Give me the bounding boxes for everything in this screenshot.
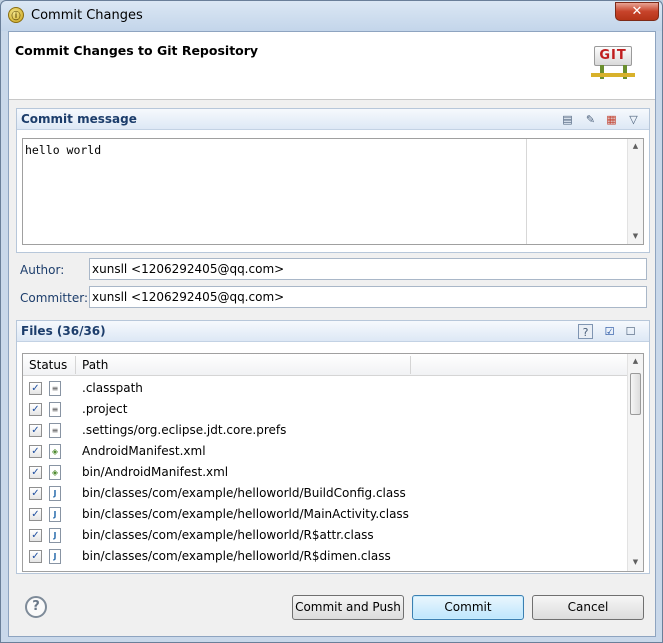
author-label: Author:	[20, 263, 65, 277]
table-row[interactable]: ✓ ◈ AndroidManifest.xml	[23, 441, 628, 462]
class-file-icon: J	[49, 528, 61, 543]
scroll-down-icon[interactable]: ▼	[628, 555, 643, 570]
deselect-all-icon[interactable]: ☐	[623, 324, 638, 339]
show-untracked-icon[interactable]: ?	[578, 324, 593, 339]
scroll-up-icon[interactable]: ▲	[628, 139, 643, 154]
file-path: AndroidManifest.xml	[82, 444, 206, 458]
spell-check-icon[interactable]: ▤	[560, 112, 575, 127]
file-checkbox[interactable]: ✓	[29, 403, 42, 416]
column-status[interactable]: Status	[29, 358, 67, 372]
file-path: .settings/org.eclipse.jdt.core.prefs	[82, 423, 287, 437]
commit-message-section: Commit message ▤ ✎ ▦ ▽ hello world ▲ ▼	[16, 108, 650, 253]
amend-icon[interactable]: ✎	[583, 112, 598, 127]
help-icon[interactable]: ?	[25, 596, 47, 618]
file-checkbox[interactable]: ✓	[29, 382, 42, 395]
commit-dialog: ⓘ Commit Changes ✕ Commit Changes to Git…	[0, 0, 663, 643]
scroll-up-icon[interactable]: ▲	[628, 354, 643, 369]
file-checkbox[interactable]: ✓	[29, 529, 42, 542]
table-row[interactable]: ✓ Jbin/classes/com/example/helloworld/Mai…	[23, 504, 628, 525]
committer-field[interactable]: xunsll <1206292405@qq.com>	[89, 286, 647, 308]
text-file-icon: ≡	[49, 423, 61, 438]
table-row[interactable]: ✓ Jbin/classes/com/example/helloworld/Bui…	[23, 483, 628, 504]
commit-message-input[interactable]: hello world ▲ ▼	[22, 138, 644, 245]
dialog-body: Commit Changes to Git Repository GIT Com…	[8, 31, 656, 637]
file-checkbox[interactable]: ✓	[29, 424, 42, 437]
file-checkbox[interactable]: ✓	[29, 508, 42, 521]
xml-file-icon: ◈	[49, 444, 61, 459]
scroll-thumb[interactable]	[630, 373, 641, 415]
table-row[interactable]: ✓ Jbin/classes/com/example/helloworld/R$a…	[23, 525, 628, 546]
files-table: Status Path ✓ ≡ .classpath ✓ ≡ .project ✓ ≡ .set…	[22, 353, 644, 572]
commit-message-scrollbar[interactable]: ▲ ▼	[627, 139, 643, 244]
file-checkbox[interactable]: ✓	[29, 445, 42, 458]
cancel-button[interactable]: Cancel	[532, 595, 644, 620]
file-checkbox[interactable]: ✓	[29, 466, 42, 479]
scroll-down-icon[interactable]: ▼	[628, 229, 643, 244]
file-path: bin/classes/com/example/helloworld/R$dim…	[82, 549, 391, 563]
class-file-icon: J	[49, 549, 61, 564]
class-file-icon: J	[49, 507, 61, 522]
files-scrollbar[interactable]: ▲ ▼	[627, 354, 643, 571]
close-button[interactable]: ✕	[615, 2, 659, 21]
files-header: Files (36/36) ? ☑ ☐	[17, 321, 649, 342]
git-logo-icon: GIT	[591, 43, 637, 83]
committer-label: Committer:	[20, 291, 88, 305]
commit-message-title: Commit message	[21, 112, 137, 126]
menu-chevron-icon[interactable]: ▽	[626, 112, 641, 127]
files-section: Files (36/36) ? ☑ ☐ Status Path ✓ ≡ .class…	[16, 320, 650, 574]
table-row[interactable]: ✓ ≡ .classpath	[23, 378, 628, 399]
xml-file-icon: ◈	[49, 465, 61, 480]
file-path: bin/classes/com/example/helloworld/MainA…	[82, 507, 409, 521]
table-row[interactable]: ✓ ◈ bin/AndroidManifest.xml	[23, 462, 628, 483]
git-logo-text: GIT	[594, 46, 632, 66]
commit-message-text: hello world	[25, 143, 102, 157]
eclipse-app-icon: ⓘ	[8, 7, 24, 23]
commit-button[interactable]: Commit	[412, 595, 524, 620]
text-file-icon: ≡	[49, 381, 61, 396]
window-title: Commit Changes	[31, 8, 143, 23]
file-path: .classpath	[82, 381, 143, 395]
dialog-heading: Commit Changes to Git Repository	[15, 43, 259, 58]
commit-and-push-button[interactable]: Commit and Push	[292, 595, 404, 620]
file-path: bin/classes/com/example/helloworld/Build…	[82, 486, 406, 500]
file-path: bin/AndroidManifest.xml	[82, 465, 229, 479]
table-row[interactable]: ✓ ≡ .settings/org.eclipse.jdt.core.prefs	[23, 420, 628, 441]
title-bar[interactable]: ⓘ Commit Changes ✕	[1, 1, 662, 31]
author-field[interactable]: xunsll <1206292405@qq.com>	[89, 258, 647, 280]
table-row[interactable]: ✓ Jbin/classes/com/example/helloworld/R$d…	[23, 546, 628, 567]
table-row[interactable]: ✓ ≡ .project	[23, 399, 628, 420]
file-checkbox[interactable]: ✓	[29, 487, 42, 500]
file-checkbox[interactable]: ✓	[29, 550, 42, 563]
select-all-icon[interactable]: ☑	[602, 324, 617, 339]
text-file-icon: ≡	[49, 402, 61, 417]
class-file-icon: J	[49, 486, 61, 501]
file-path: bin/classes/com/example/helloworld/R$att…	[82, 528, 374, 542]
column-path[interactable]: Path	[82, 358, 108, 372]
files-title: Files (36/36)	[21, 324, 106, 338]
file-path: .project	[82, 402, 128, 416]
signoff-icon[interactable]: ▦	[604, 112, 619, 127]
files-table-header: Status Path	[23, 354, 628, 376]
commit-message-header: Commit message ▤ ✎ ▦ ▽	[17, 109, 649, 130]
dialog-header: Commit Changes to Git Repository GIT	[9, 32, 655, 100]
